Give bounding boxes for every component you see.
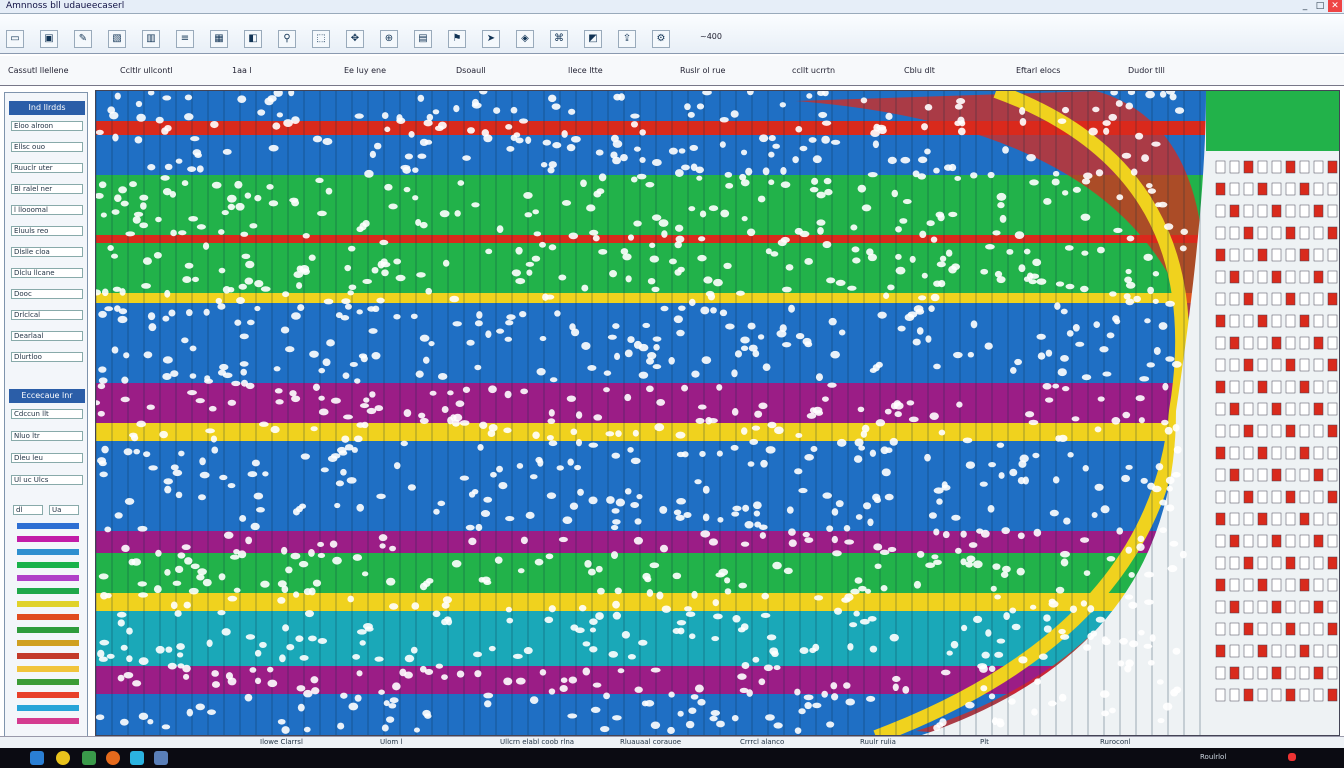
panel-row[interactable]: Dooc [11,289,83,299]
legend-swatch [17,653,79,659]
legend-swatch [17,523,79,529]
zoom-icon[interactable]: ⊕ [380,30,398,48]
toolbar: ~400 ▭ ▣ ✎ ▧ ▥ ≡ ▦ ◧ ⚲ ⬚ ✥ ⊕ ▤ ⚑ ➤ ◈ ⌘ ◩ ⇪ ⚙ [0,14,1344,54]
legend-col-2: Ua [49,505,79,515]
panel-header: Ind llrdds [9,101,85,115]
status-item: Ruroconl [1100,738,1131,746]
select-icon[interactable]: ⬚ [312,30,330,48]
legend-swatch [17,692,79,698]
legend-swatch [17,549,79,555]
legend-swatch [17,640,79,646]
export-icon[interactable]: ⇪ [618,30,636,48]
pen-icon[interactable]: ✎ [74,30,92,48]
ruler-tab[interactable]: Cblu dlt [904,66,935,75]
panel-row[interactable]: Cdccun llt [11,409,83,419]
panel-row[interactable]: Eluuls reo [11,226,83,236]
layers-panel: Ind llrdds Eccecaue lnr dl Ua Eloo alroo… [4,92,88,740]
panel-row[interactable]: Nluo ltr [11,431,83,441]
maximize-button[interactable]: □ [1313,0,1327,12]
legend-swatch [17,575,79,581]
ruler-tab[interactable]: ccllt ucrrtn [792,66,835,75]
filter-icon[interactable]: ⌘ [550,30,568,48]
panel-row[interactable]: Ul uc Ulcs [11,475,83,485]
new-icon[interactable]: ▭ [6,30,24,48]
legend-swatch [17,705,79,711]
legend-swatch [17,601,79,607]
minimize-button[interactable]: _ [1298,0,1312,12]
panel-row[interactable]: Ellsc ouo [11,142,83,152]
legend-swatch [17,614,79,620]
ruler-tab[interactable]: Ccltlr ullcontl [120,66,173,75]
legend-swatch [17,666,79,672]
title-bar: Amnnoss bll udaueecaserl _ □ ✕ [0,0,1344,14]
table-icon[interactable]: ▤ [414,30,432,48]
ruler-tab[interactable]: Eftarl elocs [1016,66,1060,75]
explorer-icon[interactable] [82,751,96,765]
layers-icon[interactable]: ≡ [176,30,194,48]
taskbar: Roulrlol [0,748,1344,768]
panel-row[interactable]: Bl ralel ner [11,184,83,194]
notification-icon[interactable] [1288,753,1296,761]
status-item: Ruulr rulia [860,738,896,746]
status-item: Crrrcl alanco [740,738,785,746]
ruler-tab[interactable]: Dsoaull [456,66,486,75]
legend-swatch [17,562,79,568]
ruler-bar: Cassutl llellene Ccltlr ullcontl 1aa l Ee l… [0,56,1344,86]
chart-icon[interactable]: ▥ [142,30,160,48]
move-icon[interactable]: ✥ [346,30,364,48]
image-icon[interactable]: ▧ [108,30,126,48]
status-bar: Ilowe Clarrsl Ulom l Ullcrn elabl coob rln… [0,736,1344,748]
panel-row[interactable]: Drlclcal [11,310,83,320]
panel-row[interactable]: Dearlaal [11,331,83,341]
legend-col-1: dl [13,505,43,515]
toolbar-readout: ~400 [700,32,722,41]
panel-row[interactable]: Ruuclr uter [11,163,83,173]
legend-swatch [17,588,79,594]
paint-icon[interactable]: ◧ [244,30,262,48]
legend-swatch [17,679,79,685]
panel-row[interactable]: l llooomal [11,205,83,215]
ruler-tab[interactable]: Ruslr ol rue [680,66,725,75]
panel-header-2: Eccecaue lnr [9,389,85,403]
flag-icon[interactable]: ⚑ [448,30,466,48]
ruler-tab[interactable]: Cassutl llellene [8,66,69,75]
app-icon[interactable] [106,751,120,765]
browser-icon[interactable] [56,751,70,765]
status-item: Ilowe Clarrsl [260,738,303,746]
ruler-tab[interactable]: llece ltte [568,66,603,75]
status-item: Plt [980,738,989,746]
link-icon[interactable]: ⚲ [278,30,296,48]
arrow-icon[interactable]: ➤ [482,30,500,48]
save-icon[interactable]: ▣ [40,30,58,48]
legend-swatch [17,536,79,542]
heatmap-visualization[interactable] [96,91,1340,736]
panel-row[interactable]: Dlurtloo [11,352,83,362]
tray-clock: Roulrlol [1200,753,1227,761]
panel-row[interactable]: Dleu leu [11,453,83,463]
panel-row[interactable]: Dlclu llcane [11,268,83,278]
grid-icon[interactable]: ▦ [210,30,228,48]
status-item: Ulom l [380,738,403,746]
color-icon[interactable]: ◈ [516,30,534,48]
ruler-tab[interactable]: Ee luy ene [344,66,386,75]
panel-row[interactable]: Dlslle cloa [11,247,83,257]
app-title: Amnnoss bll udaueecaserl [6,1,125,11]
status-item: Rluauaal corauoe [620,738,682,746]
close-button[interactable]: ✕ [1328,0,1342,12]
folder-icon[interactable] [154,751,168,765]
map-canvas[interactable] [95,90,1340,736]
legend-swatch [17,718,79,724]
ruler-tab[interactable]: Dudor tlll [1128,66,1165,75]
ruler-tab[interactable]: 1aa l [232,66,252,75]
panel-row[interactable]: Eloo alroon [11,121,83,131]
legend-swatch [17,627,79,633]
start-icon[interactable] [30,751,44,765]
status-item: Ullcrn elabl coob rlna [500,738,575,746]
plot-icon[interactable]: ◩ [584,30,602,48]
tool-icon[interactable]: ⚙ [652,30,670,48]
settings-icon[interactable] [130,751,144,765]
